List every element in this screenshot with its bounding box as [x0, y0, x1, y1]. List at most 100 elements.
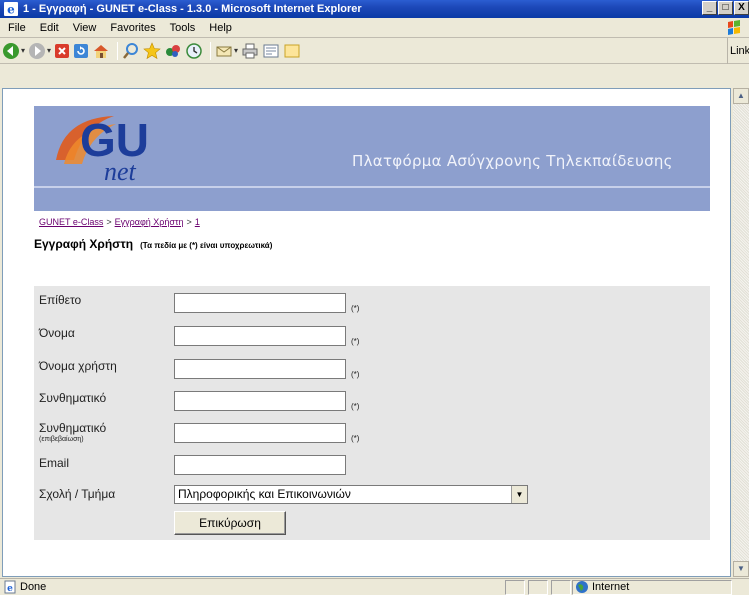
password-confirm-label: Συνθηματικό (επιβεβαίωση)	[39, 421, 106, 443]
banner-tagline: Πλατφόρμα Ασύγχρονης Τηλεκπαίδευσης	[352, 152, 673, 170]
breadcrumb-separator: >	[186, 217, 192, 227]
media-button[interactable]	[164, 42, 182, 60]
ie-icon: e	[4, 2, 18, 16]
page-heading: Εγγραφή Χρήστη	[34, 237, 134, 251]
favorites-icon	[143, 41, 161, 59]
forward-button[interactable]: ▾	[28, 42, 51, 60]
home-button[interactable]	[92, 42, 110, 60]
password-confirm-sublabel: (επιβεβαίωση)	[39, 436, 84, 443]
close-button[interactable]: X	[734, 1, 749, 15]
breadcrumb-separator: >	[106, 217, 112, 227]
menu-view[interactable]: View	[66, 22, 104, 34]
username-input[interactable]	[174, 359, 346, 379]
banner-stripe	[34, 186, 710, 188]
toolbar-separator	[210, 41, 212, 60]
form-row-department: Σχολή / Τμήμα Πληροφορικής και Επικοινων…	[34, 484, 710, 508]
print-icon	[242, 43, 258, 58]
form-row-firstname: Όνομα (*)	[34, 323, 710, 353]
browser-window: e 1 - Εγγραφή - GUNET e-Class - 1.3.0 - …	[0, 0, 749, 595]
maximize-button[interactable]: □	[718, 1, 733, 15]
history-button[interactable]	[185, 42, 203, 60]
svg-text:e: e	[7, 584, 13, 594]
required-marker: (*)	[351, 434, 360, 443]
menu-file[interactable]: File	[0, 22, 33, 34]
back-icon	[3, 42, 19, 59]
scrollbar-track[interactable]	[733, 104, 749, 561]
toolbar: ▾ ▾ ▾ Link	[0, 38, 749, 64]
stop-button[interactable]	[54, 43, 70, 59]
search-button[interactable]	[122, 42, 140, 60]
print-button[interactable]	[241, 42, 259, 60]
messenger-button[interactable]	[283, 42, 301, 60]
breadcrumb-current[interactable]: 1	[195, 217, 200, 227]
mail-button[interactable]: ▾	[215, 42, 238, 60]
status-pane	[505, 580, 525, 595]
gunet-logo: GU net	[56, 114, 149, 184]
form-row-username: Όνομα χρήστη (*)	[34, 356, 710, 386]
menu-tools[interactable]: Tools	[163, 22, 203, 34]
security-zone: Internet	[592, 581, 630, 593]
password-input[interactable]	[174, 391, 346, 411]
minimize-button[interactable]: _	[702, 1, 717, 15]
form-row-password-confirm: Συνθηματικό (επιβεβαίωση) (*)	[34, 420, 710, 452]
breadcrumb-register-link[interactable]: Εγγραφή Χρήστη	[115, 217, 184, 227]
logo-text-sub: net	[104, 157, 137, 184]
refresh-button[interactable]	[73, 43, 89, 59]
stop-icon	[55, 43, 70, 58]
required-marker: (*)	[351, 370, 360, 379]
history-icon	[186, 42, 202, 59]
password-confirm-input[interactable]	[174, 423, 346, 443]
edit-button[interactable]	[262, 42, 280, 60]
window-controls: _ □ X	[701, 1, 749, 15]
page-done-icon: e	[4, 580, 16, 594]
scroll-up-icon[interactable]: ▲	[733, 88, 749, 104]
favorites-button[interactable]	[143, 41, 161, 60]
mail-icon	[216, 46, 232, 56]
form-row-surname: Επίθετο (*)	[34, 290, 710, 320]
surname-input[interactable]	[174, 293, 346, 313]
department-selected-value: Πληροφορικής και Επικοινωνιών	[178, 487, 351, 501]
status-pane	[528, 580, 548, 595]
firstname-input[interactable]	[174, 326, 346, 346]
firstname-label: Όνομα	[39, 326, 75, 340]
password-confirm-label-text: Συνθηματικό	[39, 421, 107, 435]
menu-favorites[interactable]: Favorites	[103, 22, 162, 34]
page-title: Εγγραφή Χρήστη (Τα πεδία με (*) είναι υπ…	[34, 237, 272, 251]
breadcrumb-home-link[interactable]: GUNET e-Class	[39, 217, 103, 227]
form-row-password: Συνθηματικό (*)	[34, 388, 710, 418]
toolbar-strip	[0, 64, 749, 88]
mail-dropdown-icon[interactable]: ▾	[234, 46, 238, 55]
username-label: Όνομα χρήστη	[39, 359, 117, 373]
email-label: Email	[39, 456, 70, 470]
links-toolbar[interactable]: Links	[727, 38, 749, 64]
svg-text:e: e	[7, 3, 15, 17]
menu-help[interactable]: Help	[202, 22, 239, 34]
forward-dropdown-icon[interactable]: ▾	[47, 46, 51, 55]
status-bar: e Done Internet	[0, 578, 749, 595]
back-button[interactable]: ▾	[2, 42, 25, 60]
search-icon	[123, 42, 139, 59]
registration-form: Επίθετο (*) Όνομα (*) Όνομα χρήστη (*) Σ…	[34, 286, 710, 540]
department-select[interactable]: Πληροφορικής και Επικοινωνιών ▼	[174, 485, 528, 504]
toolbar-separator	[117, 41, 119, 60]
page-viewport: GU net Πλατφόρμα Ασύγχρονης Τηλεκπαίδευσ…	[2, 88, 731, 577]
title-bar[interactable]: e 1 - Εγγραφή - GUNET e-Class - 1.3.0 - …	[0, 0, 749, 18]
scroll-down-icon[interactable]: ▼	[733, 561, 749, 577]
site-banner: GU net Πλατφόρμα Ασύγχρονης Τηλεκπαίδευσ…	[34, 106, 710, 211]
chevron-down-icon[interactable]: ▼	[511, 486, 527, 503]
required-marker: (*)	[351, 337, 360, 346]
breadcrumb: GUNET e-Class > Εγγραφή Χρήστη >1	[39, 217, 200, 227]
email-input[interactable]	[174, 455, 346, 475]
required-fields-note: (Τα πεδία με (*) είναι υποχρεωτικά)	[140, 241, 273, 250]
windows-logo-icon	[728, 20, 740, 35]
menu-bar: File Edit View Favorites Tools Help	[0, 18, 749, 38]
submit-button[interactable]: Επικύρωση	[174, 511, 286, 535]
vertical-scrollbar[interactable]: ▲ ▼	[733, 88, 749, 577]
status-pane	[551, 580, 571, 595]
required-marker: (*)	[351, 402, 360, 411]
window-title: 1 - Εγγραφή - GUNET e-Class - 1.3.0 - Mi…	[23, 3, 362, 15]
back-dropdown-icon[interactable]: ▾	[21, 46, 25, 55]
surname-label: Επίθετο	[39, 293, 82, 307]
menu-edit[interactable]: Edit	[33, 22, 66, 34]
department-label: Σχολή / Τμήμα	[39, 487, 116, 501]
